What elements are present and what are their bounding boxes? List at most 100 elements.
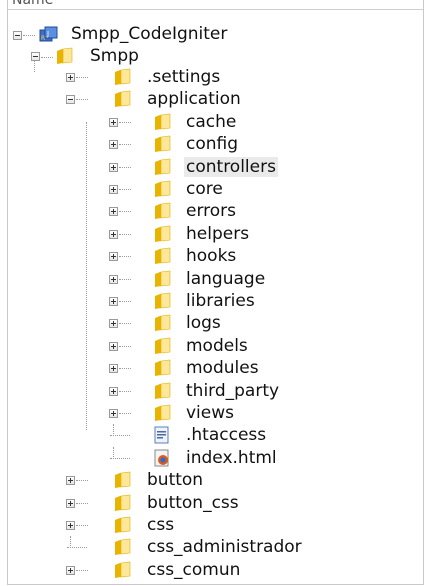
tree-connector	[119, 211, 131, 212]
html-file-icon	[153, 449, 171, 467]
tree-connector	[119, 144, 131, 145]
expand-toggle-modules[interactable]	[109, 364, 118, 373]
tree-connector	[41, 57, 53, 58]
tree-connector	[76, 570, 88, 571]
collapse-toggle-application[interactable]	[66, 95, 75, 104]
tree-item-logs[interactable]: logs	[186, 313, 221, 333]
folder-icon	[113, 538, 131, 556]
expand-toggle-language[interactable]	[109, 275, 118, 284]
project-icon: J R	[39, 26, 58, 42]
tree-connector	[119, 391, 131, 392]
tree-item-helpers[interactable]: helpers	[186, 224, 249, 244]
tree-connector	[70, 536, 71, 548]
text-file-icon	[153, 426, 171, 444]
tree-connector	[76, 525, 88, 526]
expand-toggle-controllers[interactable]	[109, 163, 118, 172]
expand-toggle-third-party[interactable]	[109, 387, 118, 396]
tree-item-settings[interactable]: .settings	[147, 67, 220, 87]
tree-item-third-party[interactable]: third_party	[186, 381, 279, 401]
expand-toggle-button-css[interactable]	[66, 499, 75, 508]
tree-connector	[34, 61, 35, 72]
expand-toggle-models[interactable]	[109, 342, 118, 351]
tree-connector	[119, 323, 131, 324]
folder-icon	[113, 90, 131, 108]
tree-connector	[119, 413, 131, 414]
folder-icon	[113, 471, 131, 489]
svg-text:J: J	[46, 30, 49, 38]
tree-item-controllers[interactable]: controllers	[184, 157, 278, 177]
expand-toggle-cache[interactable]	[109, 118, 118, 127]
tree-connector	[119, 189, 131, 190]
tree-item-button-css[interactable]: button_css	[147, 493, 239, 513]
folder-icon	[153, 113, 171, 131]
project-explorer-panel: Name J R Smpp_CodeIgniter Smpp .settings…	[7, 0, 424, 585]
folder-icon	[153, 337, 171, 355]
tree-connector	[23, 35, 35, 36]
tree-connector	[119, 301, 131, 302]
tree-item-htaccess[interactable]: .htaccess	[186, 425, 266, 445]
folder-icon	[113, 516, 131, 534]
column-header: Name	[8, 0, 423, 10]
expand-toggle-css[interactable]	[66, 521, 75, 530]
folder-icon	[113, 494, 131, 512]
expand-toggle-libraries[interactable]	[109, 297, 118, 306]
tree-connector	[76, 99, 88, 100]
tree-connector	[119, 167, 131, 168]
tree-item-button[interactable]: button	[147, 470, 203, 490]
folder-icon	[153, 225, 171, 243]
folder-icon	[113, 561, 131, 579]
collapse-toggle-project[interactable]	[13, 31, 22, 40]
tree-item-modules[interactable]: modules	[186, 358, 259, 378]
expand-toggle-config[interactable]	[109, 140, 118, 149]
expand-toggle-helpers[interactable]	[109, 230, 118, 239]
svg-text:R: R	[41, 35, 45, 42]
tree-item-cache[interactable]: cache	[186, 112, 236, 132]
tree-item-errors[interactable]: errors	[186, 201, 236, 221]
expand-toggle-logs[interactable]	[109, 319, 118, 328]
tree-connector	[113, 424, 114, 436]
folder-icon	[113, 68, 131, 86]
folder-icon	[153, 314, 171, 332]
tree-item-application[interactable]: application	[147, 89, 241, 109]
tree-item-index-html[interactable]: index.html	[186, 448, 277, 468]
tree-connector	[119, 346, 131, 347]
expand-toggle-css-comun[interactable]	[66, 566, 75, 575]
folder-icon	[153, 404, 171, 422]
tree-connector	[119, 122, 131, 123]
tree-connector	[119, 234, 131, 235]
folder-icon	[153, 158, 171, 176]
tree-item-config[interactable]: config	[186, 134, 238, 154]
expand-toggle-core[interactable]	[109, 185, 118, 194]
tree-item-views[interactable]: views	[186, 403, 234, 423]
tree-item-css[interactable]: css	[147, 515, 174, 535]
expand-toggle-hooks[interactable]	[109, 252, 118, 261]
tree-connector	[86, 122, 87, 430]
tree-connector	[119, 279, 131, 280]
expand-toggle-views[interactable]	[109, 409, 118, 418]
tree-item-language[interactable]: language	[186, 269, 265, 289]
tree-connector	[76, 77, 88, 78]
tree-connector	[76, 503, 88, 504]
folder-icon	[57, 47, 73, 64]
tree-connector	[76, 480, 88, 481]
tree-item-libraries[interactable]: libraries	[186, 291, 255, 311]
project-label[interactable]: Smpp_CodeIgniter	[71, 24, 227, 44]
folder-icon	[153, 270, 171, 288]
folder-icon	[153, 292, 171, 310]
folder-icon	[153, 359, 171, 377]
tree-item-models[interactable]: models	[186, 336, 248, 356]
tree-item-hooks[interactable]: hooks	[186, 246, 236, 266]
folder-icon	[153, 180, 171, 198]
tree-item-css-comun[interactable]: css_comun	[147, 560, 240, 580]
expand-toggle-button[interactable]	[66, 476, 75, 485]
collapse-toggle-root[interactable]	[31, 52, 40, 61]
root-folder-label[interactable]: Smpp	[90, 46, 139, 66]
tree-item-core[interactable]: core	[186, 179, 223, 199]
tree-item-css-administrador[interactable]: css_administrador	[147, 537, 302, 557]
expand-toggle-settings[interactable]	[66, 73, 75, 82]
tree-connector	[113, 447, 114, 459]
expand-toggle-errors[interactable]	[109, 207, 118, 216]
tree-connector	[119, 368, 131, 369]
column-header-label: Name	[12, 0, 54, 8]
tree-connector	[119, 256, 131, 257]
